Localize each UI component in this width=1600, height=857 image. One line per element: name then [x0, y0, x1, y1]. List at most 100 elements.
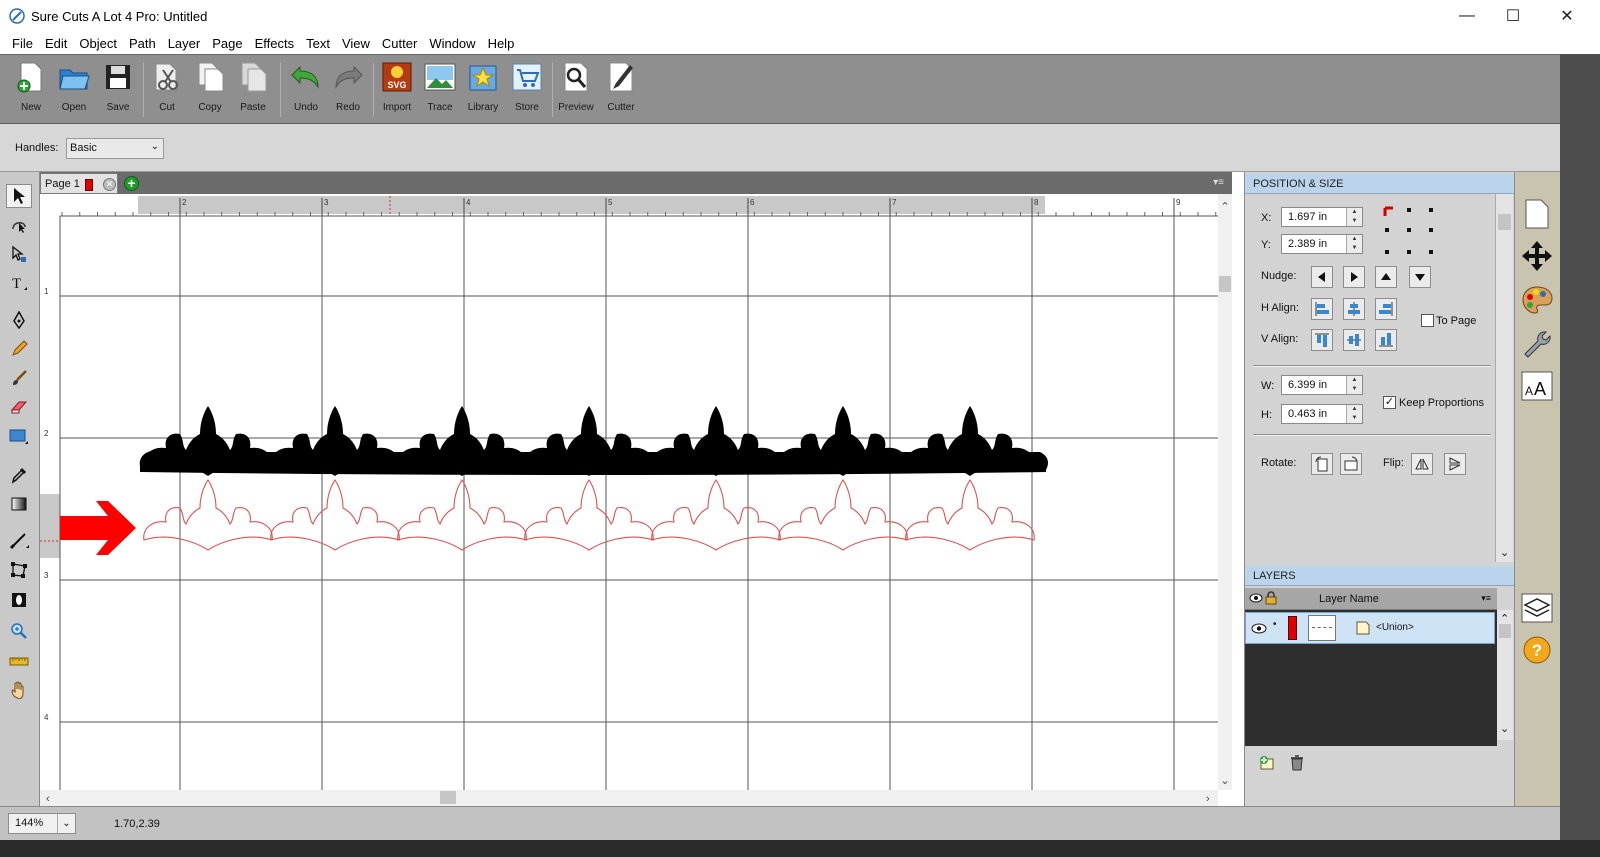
menu-file[interactable]: File	[6, 36, 39, 51]
open-button[interactable]: Open	[52, 60, 96, 120]
page-color-swatch[interactable]	[85, 179, 93, 191]
align-left-button[interactable]	[1311, 298, 1333, 320]
gradient-tool-button[interactable]	[6, 492, 32, 516]
reference-point-grid[interactable]	[1383, 206, 1435, 256]
align-top-button[interactable]	[1311, 329, 1333, 351]
direct-select-tool-button[interactable]	[6, 242, 32, 266]
flip-horizontal-button[interactable]	[1411, 453, 1433, 475]
to-page-checkbox[interactable]	[1421, 314, 1434, 327]
flourish-motif-outline[interactable]	[778, 479, 908, 551]
layer-lock-dot[interactable]: •	[1273, 619, 1277, 630]
menu-object[interactable]: Object	[73, 36, 123, 51]
flourish-motif-outline[interactable]	[905, 479, 1035, 551]
trash-icon[interactable]	[1289, 754, 1305, 772]
x-position-input[interactable]: 1.697 in ▲ ▼	[1281, 207, 1363, 227]
scroll-down-icon[interactable]: ⌄	[1220, 775, 1229, 787]
maximize-button[interactable]: ☐	[1490, 0, 1536, 32]
new-layer-icon[interactable]	[1259, 755, 1277, 771]
pencil-tool-button[interactable]	[6, 337, 32, 361]
border-base-band[interactable]	[139, 450, 1048, 475]
pan-tool-button[interactable]	[6, 678, 32, 702]
rotate-left-button[interactable]	[1311, 453, 1333, 475]
keep-proportions-checkbox[interactable]: ✓	[1383, 396, 1396, 409]
minimize-button[interactable]: —	[1444, 0, 1490, 32]
undo-button[interactable]: Undo	[284, 60, 328, 120]
tab-page-1[interactable]: Page 1 ✕	[40, 173, 118, 194]
copy-button[interactable]: Copy	[188, 60, 232, 120]
tab-menu-icon[interactable]: ▾≡	[1213, 177, 1224, 188]
scroll-up-icon[interactable]: ⌃	[1220, 201, 1229, 213]
scroll-right-icon[interactable]: ›	[1206, 793, 1210, 805]
save-button[interactable]: Save	[96, 60, 140, 120]
flourish-motif-outline[interactable]	[270, 479, 400, 551]
text-panel-button[interactable]: AA	[1519, 368, 1555, 404]
position-panel-button[interactable]	[1519, 238, 1555, 274]
align-right-button[interactable]	[1375, 298, 1397, 320]
flourish-motif-outline[interactable]	[397, 479, 527, 551]
flip-vertical-button[interactable]	[1444, 453, 1466, 475]
library-button[interactable]: Library	[461, 60, 505, 120]
menu-edit[interactable]: Edit	[39, 36, 73, 51]
menu-path[interactable]: Path	[123, 36, 162, 51]
nudge-down-button[interactable]	[1409, 266, 1431, 288]
cut-button[interactable]: Cut	[145, 60, 189, 120]
layers-menu-icon[interactable]: ▾≡	[1481, 593, 1491, 604]
weld-tool-button[interactable]	[6, 588, 32, 612]
help-button[interactable]: ?	[1519, 632, 1555, 668]
canvas-drawing[interactable]: 2 3 4 5 6 7 8 9 1 2 3 4 ⌃ ⌄ ‹ ›	[40, 194, 1232, 806]
shape-tool-button[interactable]	[6, 425, 32, 449]
layer-row[interactable]: • <Union>	[1245, 612, 1495, 644]
menu-help[interactable]: Help	[482, 36, 521, 51]
position-panel-scroll-thumb[interactable]	[1498, 214, 1511, 230]
red-outline-shape[interactable]	[143, 479, 1035, 551]
menu-window[interactable]: Window	[423, 36, 481, 51]
align-middle-button[interactable]	[1343, 329, 1365, 351]
nudge-left-button[interactable]	[1311, 266, 1333, 288]
x-spinner-icon[interactable]: ▲ ▼	[1346, 208, 1362, 226]
cutter-button[interactable]: Cutter	[599, 60, 643, 120]
redo-button[interactable]: Redo	[326, 60, 370, 120]
import-button[interactable]: SVG Import	[375, 60, 419, 120]
transform-tool-button[interactable]	[6, 558, 32, 582]
black-border-shape[interactable]	[139, 406, 1048, 476]
zoom-tool-button[interactable]	[6, 619, 32, 643]
paste-button[interactable]: Paste	[231, 60, 275, 120]
menu-view[interactable]: View	[336, 36, 376, 51]
pen-tool-button[interactable]	[6, 308, 32, 332]
select-tool-button[interactable]	[6, 184, 32, 208]
y-spinner-icon[interactable]: ▲ ▼	[1346, 235, 1362, 253]
document-panel-button[interactable]	[1519, 196, 1555, 232]
menu-layer[interactable]: Layer	[162, 36, 207, 51]
zoom-level-dropdown[interactable]: 144% ⌄	[8, 813, 76, 834]
y-position-input[interactable]: 2.389 in ▲ ▼	[1281, 234, 1363, 254]
menu-page[interactable]: Page	[206, 36, 248, 51]
align-bottom-button[interactable]	[1375, 329, 1397, 351]
h-spinner-icon[interactable]: ▲ ▼	[1346, 405, 1362, 423]
rotate-right-button[interactable]	[1340, 453, 1362, 475]
nudge-up-button[interactable]	[1375, 266, 1397, 288]
eyedropper-tool-button[interactable]	[6, 463, 32, 487]
layer-visible-eye-icon[interactable]	[1251, 623, 1267, 634]
trace-button[interactable]: Trace	[418, 60, 462, 120]
close-page-icon[interactable]: ✕	[103, 178, 116, 191]
measure-tool-button[interactable]	[6, 649, 32, 673]
position-panel-scrollbar[interactable]: ⌄	[1495, 194, 1513, 562]
layer-color-swatch[interactable]	[1288, 616, 1297, 640]
flourish-motif-outline[interactable]	[651, 479, 781, 551]
align-center-button[interactable]	[1343, 298, 1365, 320]
scroll-down-icon[interactable]: ⌄	[1500, 722, 1509, 735]
menu-cutter[interactable]: Cutter	[376, 36, 423, 51]
new-button[interactable]: New	[9, 60, 53, 120]
design-canvas[interactable]: 2 3 4 5 6 7 8 9 1 2 3 4 ⌃ ⌄ ‹ ›	[40, 194, 1232, 806]
add-page-icon[interactable]: +	[124, 176, 139, 191]
nudge-right-button[interactable]	[1343, 266, 1365, 288]
layers-scrollbar[interactable]: ⌃ ⌄	[1497, 610, 1513, 740]
text-tool-button[interactable]: T	[6, 271, 32, 295]
scroll-down-icon[interactable]: ⌄	[1500, 546, 1509, 559]
layers-panel-button[interactable]	[1519, 590, 1555, 626]
layers-scroll-thumb[interactable]	[1499, 624, 1511, 638]
flourish-motif-outline[interactable]	[143, 479, 273, 551]
node-edit-tool-button[interactable]	[6, 213, 32, 237]
canvas-vertical-thumb[interactable]	[1219, 276, 1231, 292]
menu-text[interactable]: Text	[300, 36, 336, 51]
